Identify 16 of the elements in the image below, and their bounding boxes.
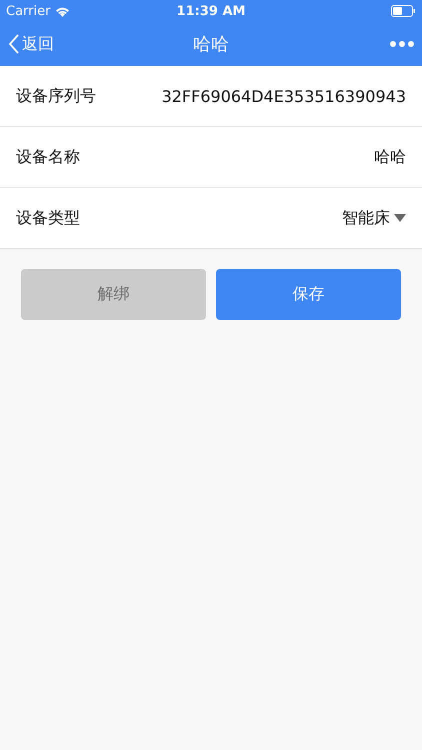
save-button[interactable]: 保存 xyxy=(216,269,401,320)
more-icon[interactable] xyxy=(390,41,414,47)
field-label: 设备序列号 xyxy=(16,86,96,106)
field-value: 32FF69064D4E353516390943 xyxy=(162,86,406,106)
carrier-label: Carrier xyxy=(6,4,50,18)
field-label: 设备类型 xyxy=(16,208,80,228)
field-value: 哈哈 xyxy=(374,146,406,168)
battery-icon xyxy=(391,5,416,17)
chevron-left-icon xyxy=(8,33,20,55)
type-dropdown[interactable]: 智能床 xyxy=(342,208,406,228)
caret-icon xyxy=(394,214,406,222)
wifi-icon xyxy=(55,6,70,16)
page-title: 哈哈 xyxy=(193,33,229,56)
back-button[interactable]: 返回 xyxy=(8,33,54,55)
field-label: 设备名称 xyxy=(16,146,80,168)
status-time: 11:39 AM xyxy=(176,4,246,18)
